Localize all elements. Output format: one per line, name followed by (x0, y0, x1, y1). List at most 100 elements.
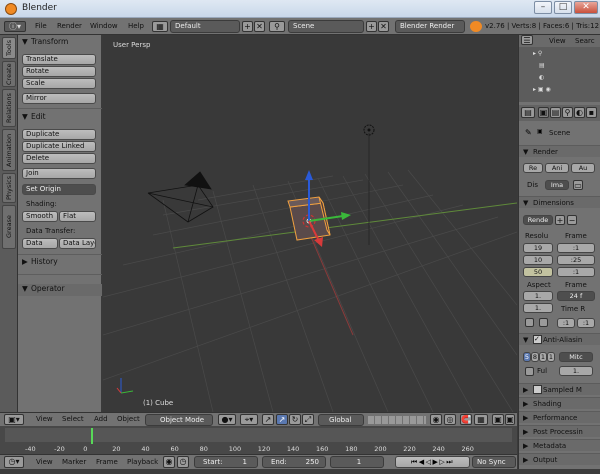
scale-manipulator-icon[interactable]: ⤢ (302, 414, 314, 425)
start-frame-field[interactable]: Start: 1 (194, 456, 258, 468)
mode-select[interactable]: Object Mode (145, 414, 213, 426)
end-frame-field[interactable]: End: 250 (262, 456, 326, 468)
duplicate-linked-button[interactable]: Duplicate Linked (22, 141, 96, 152)
add-layout-button[interactable]: + (242, 21, 253, 32)
remove-preset-button[interactable]: − (567, 215, 577, 225)
resolution-y-field[interactable]: 10 (523, 255, 553, 265)
properties-editor-icon[interactable]: ▤ (521, 107, 535, 118)
view-menu[interactable]: View (36, 415, 53, 423)
maximize-button[interactable]: □ (554, 1, 572, 14)
full-sample-checkbox[interactable] (525, 367, 534, 376)
operator-panel-header[interactable]: ▼ Operator (18, 284, 102, 296)
smooth-button[interactable]: Smooth (22, 211, 58, 222)
timeline-editor-icon[interactable]: ◷▾ (4, 456, 24, 468)
aa-samples-16[interactable]: 1 (547, 352, 555, 362)
aa-samples-5[interactable]: 5 (523, 352, 531, 362)
resolution-x-field[interactable]: 19 (523, 243, 553, 253)
render-animation-button[interactable]: Ani (545, 163, 569, 173)
object-menu[interactable]: Object (117, 415, 140, 423)
aa-samples-11[interactable]: 1 (539, 352, 547, 362)
timeline-track[interactable] (5, 428, 512, 442)
data-button[interactable]: Data (22, 238, 58, 249)
menu-help[interactable]: Help (128, 22, 144, 30)
minimize-button[interactable]: – (534, 1, 552, 14)
flat-button[interactable]: Flat (59, 211, 96, 222)
snap-toggle-icon[interactable]: 🧲 (460, 414, 472, 425)
screen-layout-icon[interactable]: ▦ (152, 21, 168, 32)
playback-controls[interactable]: ⏮◀◁▶▷⏭ (395, 456, 470, 468)
outliner-search-menu[interactable]: Searc (575, 37, 595, 45)
display-select[interactable]: Ima (545, 180, 569, 190)
time-old-field[interactable]: :1 (557, 318, 575, 328)
current-frame-indicator[interactable] (91, 428, 94, 444)
render-preview-icon[interactable]: ▣ (492, 414, 504, 425)
render-animation-icon[interactable]: ▣ (505, 414, 515, 425)
render-tab-icon[interactable]: ▣ (538, 107, 549, 118)
delete-button[interactable]: Delete (22, 153, 96, 164)
menu-window[interactable]: Window (90, 22, 118, 30)
frame-start-field[interactable]: :1 (557, 243, 595, 253)
tab-animation[interactable]: Animation (2, 129, 16, 171)
metadata-panel-header[interactable]: ▶ Metadata (519, 439, 600, 451)
object-tab-icon[interactable]: ▪ (586, 107, 597, 118)
scene-tab-icon[interactable]: ⚲ (562, 107, 573, 118)
scale-button[interactable]: Scale (22, 78, 96, 89)
duplicate-button[interactable]: Duplicate (22, 129, 96, 140)
current-frame-field[interactable]: 1 (330, 456, 384, 468)
frame-step-field[interactable]: :1 (557, 267, 595, 277)
anti-aliasing-panel-header[interactable]: ▼ ✓ Anti-Aliasin (519, 333, 600, 345)
translate-manipulator-icon[interactable]: ↗ (276, 414, 288, 425)
crop-checkbox[interactable] (539, 318, 548, 327)
3d-view-editor-icon[interactable]: ▣▾ (4, 414, 24, 425)
history-panel-header[interactable]: ▶ History (18, 257, 102, 269)
remove-layout-button[interactable]: ✕ (254, 21, 265, 32)
timeline-view-menu[interactable]: View (36, 458, 53, 466)
frame-end-field[interactable]: :25 (557, 255, 595, 265)
frame-rate-select[interactable]: 24 f (557, 291, 595, 301)
render-panel-header[interactable]: ▼ Render (519, 145, 600, 157)
tab-create[interactable]: Create (2, 61, 16, 87)
outliner-tree[interactable]: ▸ ⚲ ▤ ◐ ▸ ▣ ◉ (519, 47, 600, 102)
aa-samples-8[interactable]: 8 (531, 352, 539, 362)
add-scene-button[interactable]: + (366, 21, 377, 32)
pivot-point-icon[interactable]: ⌖▾ (240, 414, 258, 425)
proportional-edit-icon[interactable]: ◎ (444, 414, 456, 425)
screen-layout-field[interactable]: Default (170, 20, 240, 33)
time-new-field[interactable]: :1 (577, 318, 595, 328)
close-button[interactable]: ✕ (574, 1, 598, 14)
add-menu[interactable]: Add (94, 415, 108, 423)
snap-element-icon[interactable]: ▦ (474, 414, 488, 425)
playback-menu[interactable]: Playback (127, 458, 158, 466)
output-panel-header[interactable]: ▶ Output (519, 453, 600, 465)
join-button[interactable]: Join (22, 168, 96, 179)
sync-mode-select[interactable]: No Sync (472, 456, 516, 468)
pin-icon[interactable]: ✎ (525, 128, 532, 137)
rotate-button[interactable]: Rotate (22, 66, 96, 77)
add-preset-button[interactable]: + (555, 215, 565, 225)
border-checkbox[interactable] (525, 318, 534, 327)
outliner-view-menu[interactable]: View (549, 37, 566, 45)
aspect-x-field[interactable]: 1. (523, 291, 553, 301)
aa-filter-size-field[interactable]: 1. (559, 366, 593, 376)
layer-lock-icon[interactable]: ◉ (430, 414, 442, 425)
sampled-motion-blur-panel-header[interactable]: ▶ Sampled M (519, 383, 600, 395)
tab-grease-pencil[interactable]: Grease Pencil (2, 205, 25, 249)
preview-range-icon[interactable]: ◷ (177, 456, 189, 468)
outliner-editor-icon[interactable]: ☰ (521, 35, 533, 45)
shading-panel-header[interactable]: ▶ Shading (519, 397, 600, 409)
record-keyframe-icon[interactable]: ◉ (163, 456, 175, 468)
lock-interface-icon[interactable]: ▭ (573, 180, 583, 190)
remove-scene-button[interactable]: ✕ (378, 21, 389, 32)
edit-panel-header[interactable]: ▼ Edit (18, 112, 102, 124)
tab-tools[interactable]: Tools (2, 37, 16, 59)
rotate-manipulator-icon[interactable]: ↻ (289, 414, 301, 425)
frame-menu[interactable]: Frame (96, 458, 118, 466)
render-preset-select[interactable]: Rende (523, 215, 553, 225)
menu-file[interactable]: File (35, 22, 47, 30)
select-menu[interactable]: Select (62, 415, 84, 423)
viewport-shading-icon[interactable]: ●▾ (218, 414, 236, 425)
marker-menu[interactable]: Marker (62, 458, 86, 466)
transform-orientation-select[interactable]: Global (318, 414, 364, 426)
editor-type-info-icon[interactable]: ⓘ▾ (4, 21, 26, 32)
sampled-motion-blur-checkbox[interactable] (533, 385, 542, 394)
